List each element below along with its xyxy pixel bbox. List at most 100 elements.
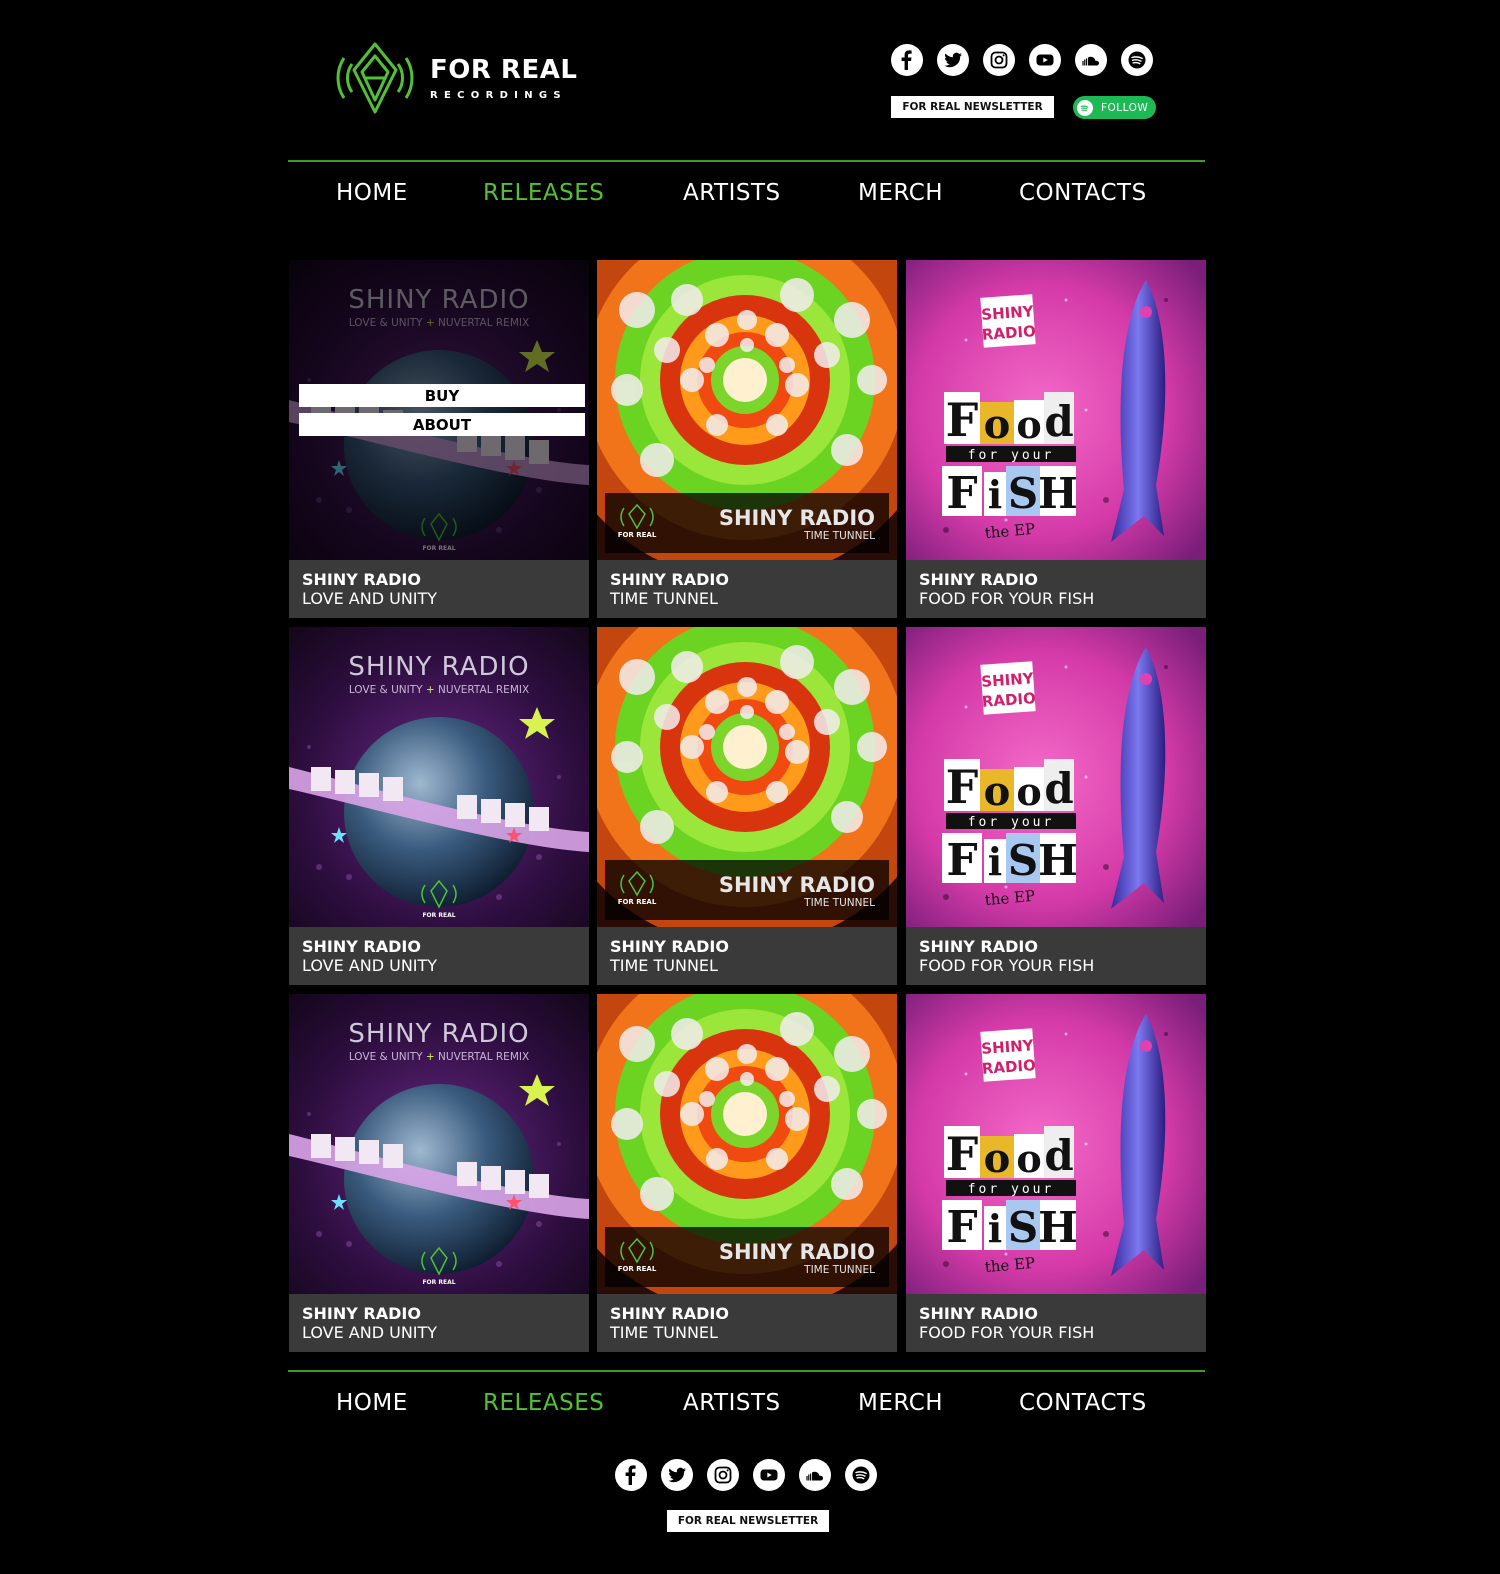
release-cover-art[interactable]: FOR REAL SHINY RADIO TIME TUNNEL (597, 260, 897, 560)
release-caption[interactable]: SHINY RADIO LOVE AND UNITY (289, 560, 589, 618)
release-title: TIME TUNNEL (610, 1323, 718, 1342)
instagram-icon[interactable] (983, 44, 1015, 76)
svg-text:d: d (1044, 397, 1073, 446)
svg-text:d: d (1044, 1131, 1073, 1180)
release-caption[interactable]: SHINY RADIO FOOD FOR YOUR FISH (906, 927, 1206, 985)
svg-text:SHINY: SHINY (981, 302, 1036, 324)
release-cover-art[interactable]: SHINY RADIO F o o d for your F i S H the… (906, 994, 1206, 1294)
svg-text:TIME TUNNEL: TIME TUNNEL (803, 897, 875, 909)
svg-text:for your: for your (968, 1182, 1055, 1197)
svg-text:i: i (988, 839, 1002, 884)
svg-text:SHINY: SHINY (981, 669, 1036, 691)
release-cover-art[interactable]: FOR REAL SHINY RADIO TIME TUNNEL (597, 627, 897, 927)
nav-merch[interactable]: MERCH (858, 1390, 943, 1416)
nav-artists[interactable]: ARTISTS (683, 1390, 781, 1416)
brand-title: FOR REAL (430, 54, 578, 85)
svg-text:i: i (988, 1206, 1002, 1251)
nav-releases[interactable]: RELEASES (483, 1390, 604, 1416)
release-caption[interactable]: SHINY RADIO TIME TUNNEL (597, 927, 897, 985)
youtube-icon[interactable] (1029, 44, 1061, 76)
release-caption[interactable]: SHINY RADIO LOVE AND UNITY (289, 927, 589, 985)
svg-text:F: F (946, 1202, 977, 1253)
release-card[interactable]: SHINY RADIO F o o d for your F i S H the… (906, 627, 1206, 985)
release-card[interactable]: FOR REAL SHINY RADIO TIME TUNNEL SHINY R… (597, 627, 897, 985)
svg-text:SHINY RADIO: SHINY RADIO (348, 1019, 529, 1049)
svg-text:FOR REAL: FOR REAL (618, 898, 657, 906)
svg-text:FOR REAL: FOR REAL (618, 531, 657, 539)
svg-text:LOVE & UNITY + NUVERTAL REMIX: LOVE & UNITY + NUVERTAL REMIX (349, 684, 529, 696)
nav-home[interactable]: HOME (336, 180, 408, 206)
buy-button[interactable]: BUY (299, 384, 585, 407)
release-card[interactable]: FOR REAL SHINY RADIO TIME TUNNEL SHINY R… (597, 994, 897, 1352)
release-artist: SHINY RADIO (610, 1304, 729, 1323)
release-artist: SHINY RADIO (610, 570, 729, 589)
svg-text:SHINY: SHINY (981, 1036, 1036, 1058)
nav-releases[interactable]: RELEASES (483, 180, 604, 206)
release-card[interactable]: SHINY RADIO F o o d for your F i S H the… (906, 260, 1206, 618)
newsletter-button[interactable]: FOR REAL NEWSLETTER (891, 96, 1054, 118)
twitter-icon[interactable] (661, 1459, 693, 1491)
release-caption[interactable]: SHINY RADIO TIME TUNNEL (597, 1294, 897, 1352)
release-card[interactable]: SHINY RADIO F o o d for your F i S H the… (906, 994, 1206, 1352)
release-card[interactable]: SHINY RADIO LOVE & UNITY + NUVERTAL REMI… (289, 260, 589, 618)
release-artist: SHINY RADIO (302, 570, 421, 589)
release-card[interactable]: SHINY RADIO LOVE & UNITY + NUVERTAL REMI… (289, 627, 589, 985)
soundcloud-icon[interactable] (1075, 44, 1107, 76)
release-caption[interactable]: SHINY RADIO FOOD FOR YOUR FISH (906, 1294, 1206, 1352)
release-caption[interactable]: SHINY RADIO FOOD FOR YOUR FISH (906, 560, 1206, 618)
svg-text:F: F (946, 835, 977, 886)
release-cover-art[interactable]: SHINY RADIO LOVE & UNITY + NUVERTAL REMI… (289, 260, 589, 560)
svg-text:o: o (1016, 402, 1041, 447)
svg-text:S: S (1008, 836, 1038, 885)
brand-logo[interactable]: FOR REAL RECORDINGS (336, 40, 586, 116)
about-button[interactable]: ABOUT (299, 413, 585, 436)
release-cover-art[interactable]: SHINY RADIO F o o d for your F i S H the… (906, 627, 1206, 927)
svg-text:F: F (946, 393, 979, 447)
nav-merch[interactable]: MERCH (858, 180, 943, 206)
footer-social-links (615, 1459, 877, 1491)
header-social-links (891, 44, 1153, 76)
nav-artists[interactable]: ARTISTS (683, 180, 781, 206)
svg-text:FOR REAL: FOR REAL (422, 912, 455, 919)
nav-contacts[interactable]: CONTACTS (1019, 180, 1147, 206)
release-title: LOVE AND UNITY (302, 1323, 438, 1342)
svg-text:H: H (1038, 1203, 1078, 1252)
svg-text:o: o (984, 401, 1011, 448)
release-title: FOOD FOR YOUR FISH (919, 956, 1095, 975)
release-cover-art[interactable]: SHINY RADIO LOVE & UNITY + NUVERTAL REMI… (289, 994, 589, 1294)
spotify-follow-button[interactable]: FOLLOW (1073, 96, 1156, 119)
release-artist: SHINY RADIO (302, 1304, 421, 1323)
svg-text:SHINY RADIO: SHINY RADIO (719, 1240, 875, 1264)
svg-text:RADIO: RADIO (981, 322, 1036, 344)
release-artist: SHINY RADIO (919, 1304, 1038, 1323)
release-cover-art[interactable]: SHINY RADIO LOVE & UNITY + NUVERTAL REMI… (289, 627, 589, 927)
footer-newsletter-button[interactable]: FOR REAL NEWSLETTER (667, 1510, 829, 1532)
svg-text:F: F (946, 760, 979, 814)
svg-text:d: d (1044, 764, 1073, 813)
facebook-icon[interactable] (615, 1459, 647, 1491)
twitter-icon[interactable] (937, 44, 969, 76)
follow-label: FOLLOW (1101, 101, 1149, 114)
release-artist: SHINY RADIO (919, 570, 1038, 589)
release-card[interactable]: FOR REAL SHINY RADIO TIME TUNNEL SHINY R… (597, 260, 897, 618)
nav-contacts[interactable]: CONTACTS (1019, 1390, 1147, 1416)
release-caption[interactable]: SHINY RADIO LOVE AND UNITY (289, 1294, 589, 1352)
svg-text:LOVE & UNITY + NUVERTAL REMIX: LOVE & UNITY + NUVERTAL REMIX (349, 1051, 529, 1063)
svg-text:SHINY RADIO: SHINY RADIO (719, 506, 875, 530)
release-cover-art[interactable]: FOR REAL SHINY RADIO TIME TUNNEL (597, 994, 897, 1294)
release-cover-art[interactable]: SHINY RADIO F o o d for your F i S H the… (906, 260, 1206, 560)
youtube-icon[interactable] (753, 1459, 785, 1491)
soundcloud-icon[interactable] (799, 1459, 831, 1491)
spotify-icon[interactable] (845, 1459, 877, 1491)
spotify-icon[interactable] (1121, 44, 1153, 76)
release-card[interactable]: SHINY RADIO LOVE & UNITY + NUVERTAL REMI… (289, 994, 589, 1352)
release-title: FOOD FOR YOUR FISH (919, 1323, 1095, 1342)
svg-text:F: F (946, 468, 977, 519)
svg-text:o: o (984, 1135, 1011, 1182)
instagram-icon[interactable] (707, 1459, 739, 1491)
nav-home[interactable]: HOME (336, 1390, 408, 1416)
svg-text:RADIO: RADIO (981, 1056, 1036, 1078)
spotify-icon (1077, 99, 1093, 116)
facebook-icon[interactable] (891, 44, 923, 76)
release-caption[interactable]: SHINY RADIO TIME TUNNEL (597, 560, 897, 618)
